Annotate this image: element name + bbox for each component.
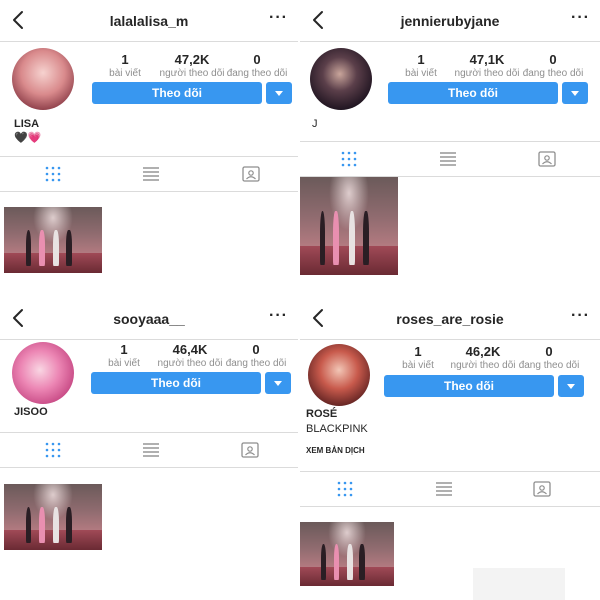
posts-count: 1	[121, 52, 129, 67]
posts-count: 1	[417, 52, 425, 67]
post-thumbnail[interactable]	[4, 484, 102, 550]
posts-label: bài viết	[402, 360, 434, 371]
profile-header: jennierubyjane ···	[300, 0, 600, 42]
profile-name: JISOO	[14, 406, 48, 418]
posts-stat: 1 bài viết	[386, 52, 456, 80]
profile-tabs	[0, 432, 298, 468]
following-count: 0	[549, 52, 557, 67]
following-count: 0	[252, 342, 260, 357]
posts-label: bài viết	[405, 68, 437, 79]
followers-stat[interactable]: 46,4K người theo dõi	[155, 342, 225, 370]
avatar[interactable]	[310, 48, 372, 110]
avatar[interactable]	[308, 344, 370, 406]
post-thumbnail[interactable]	[300, 522, 394, 586]
posts-label: bài viết	[108, 358, 140, 369]
grid-view-icon[interactable]	[44, 165, 62, 183]
profile-panel-lisa: lalalalisa_m ··· 1 bài viết 47,2K người …	[0, 0, 298, 292]
caret-down-icon	[274, 381, 282, 386]
profile-panel-rose: roses_are_rosie ··· 1 bài viết 46,2K ngư…	[300, 298, 600, 600]
followers-count: 47,1K	[469, 52, 505, 67]
profile-username: sooyaaa__	[113, 311, 185, 327]
suggestions-dropdown-button[interactable]	[562, 82, 588, 104]
profile-tabs	[300, 141, 600, 177]
following-label: đang theo dõi	[518, 360, 580, 371]
grid-view-icon[interactable]	[44, 441, 62, 459]
more-options-icon[interactable]: ···	[269, 9, 288, 27]
follow-button[interactable]: Theo dõi	[384, 375, 554, 397]
follow-button[interactable]: Theo dõi	[92, 82, 262, 104]
profile-username: jennierubyjane	[400, 13, 500, 29]
list-view-icon[interactable]	[142, 165, 160, 183]
tagged-photos-icon[interactable]	[242, 165, 260, 183]
followers-stat[interactable]: 47,1K người theo dõi	[452, 52, 522, 80]
list-view-icon[interactable]	[142, 441, 160, 459]
avatar[interactable]	[12, 342, 74, 404]
post-thumbnail[interactable]	[300, 177, 398, 275]
profile-header: sooyaaa__ ···	[0, 298, 298, 340]
posts-stat: 1 bài viết	[383, 344, 453, 372]
list-view-icon[interactable]	[435, 480, 453, 498]
followers-stat[interactable]: 46,2K người theo dõi	[448, 344, 518, 372]
posts-stat: 1 bài viết	[90, 52, 160, 80]
profile-name: J	[312, 118, 318, 130]
posts-label: bài viết	[109, 68, 141, 79]
suggestions-dropdown-button[interactable]	[266, 82, 292, 104]
caret-down-icon	[567, 384, 575, 389]
suggestions-dropdown-button[interactable]	[265, 372, 291, 394]
followers-stat[interactable]: 47,2K người theo dõi	[157, 52, 227, 80]
following-stat[interactable]: 0 đang theo dõi	[222, 52, 292, 80]
followers-count: 46,2K	[465, 344, 501, 359]
caret-down-icon	[571, 91, 579, 96]
profile-name: LISA	[14, 118, 40, 130]
following-count: 0	[545, 344, 553, 359]
profile-username: lalalalisa_m	[109, 13, 189, 29]
followers-count: 46,4K	[172, 342, 208, 357]
following-stat[interactable]: 0 đang theo dõi	[514, 344, 584, 372]
more-options-icon[interactable]: ···	[571, 307, 590, 325]
profile-name: ROSÉ	[306, 408, 338, 420]
see-translation-link[interactable]: XEM BẢN DỊCH	[306, 446, 365, 455]
profile-header: roses_are_rosie ···	[300, 298, 600, 340]
follow-button[interactable]: Theo dõi	[91, 372, 261, 394]
list-view-icon[interactable]	[439, 150, 457, 168]
following-count: 0	[253, 52, 261, 67]
following-stat[interactable]: 0 đang theo dõi	[518, 52, 588, 80]
caret-down-icon	[275, 91, 283, 96]
more-options-icon[interactable]: ···	[571, 9, 590, 27]
more-options-icon[interactable]: ···	[269, 307, 288, 325]
tagged-photos-icon[interactable]	[538, 150, 556, 168]
suggestions-dropdown-button[interactable]	[558, 375, 584, 397]
post-thumbnail[interactable]	[4, 207, 102, 273]
posts-count: 1	[414, 344, 422, 359]
profile-bio: BLACKPINK	[306, 423, 368, 435]
followers-label: người theo dõi	[157, 358, 223, 369]
following-stat[interactable]: 0 đang theo dõi	[221, 342, 291, 370]
grid-view-icon[interactable]	[340, 150, 358, 168]
tagged-photos-icon[interactable]	[241, 441, 259, 459]
profile-username: roses_are_rosie	[396, 311, 504, 327]
tagged-photos-icon[interactable]	[533, 480, 551, 498]
posts-stat: 1 bài viết	[89, 342, 159, 370]
profile-panel-jennie: jennierubyjane ··· 1 bài viết 47,1K ngườ…	[300, 0, 600, 292]
following-label: đang theo dõi	[522, 68, 584, 79]
profile-panel-jisoo: sooyaaa__ ··· 1 bài viết 46,4K người the…	[0, 298, 298, 600]
faded-overlay	[473, 568, 565, 600]
followers-count: 47,2K	[174, 52, 210, 67]
grid-view-icon[interactable]	[336, 480, 354, 498]
following-label: đang theo dõi	[226, 68, 288, 79]
posts-count: 1	[120, 342, 128, 357]
followers-label: người theo dõi	[159, 68, 225, 79]
followers-label: người theo dõi	[454, 68, 520, 79]
follow-button[interactable]: Theo dõi	[388, 82, 558, 104]
profile-tabs	[300, 471, 600, 507]
following-label: đang theo dõi	[225, 358, 287, 369]
followers-label: người theo dõi	[450, 360, 516, 371]
avatar[interactable]	[12, 48, 74, 110]
profile-header: lalalalisa_m ···	[0, 0, 298, 42]
profile-bio: 🖤💗	[14, 132, 42, 144]
profile-tabs	[0, 156, 298, 192]
